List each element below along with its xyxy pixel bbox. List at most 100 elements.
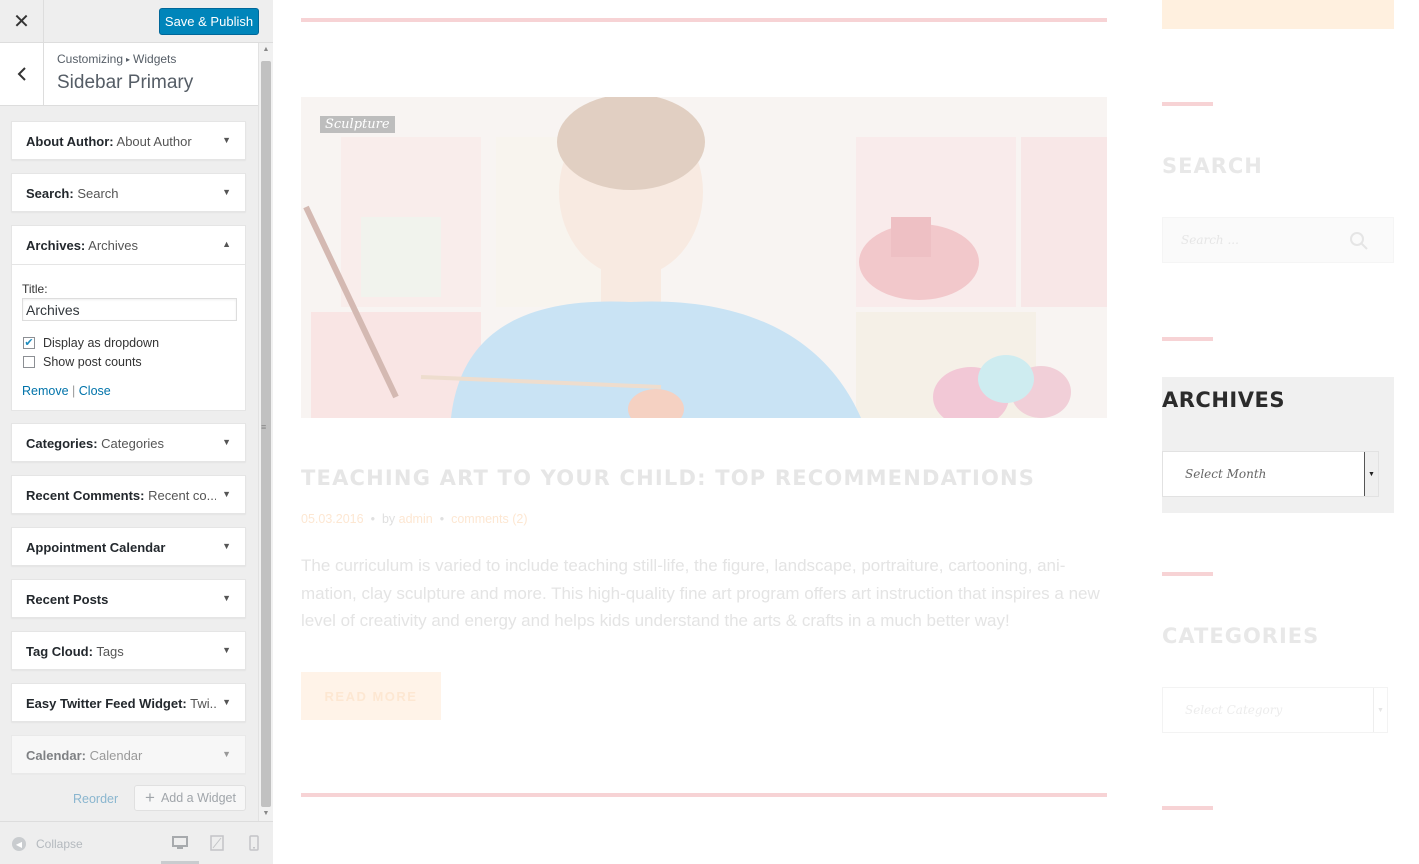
widget-about-author[interactable]: About Author: About Author ▼ — [11, 121, 246, 160]
mobile-preview-icon[interactable] — [249, 835, 259, 851]
meta-dot: • — [439, 512, 445, 526]
widget-title: Recent Comments: Recent co... — [26, 488, 216, 503]
close-link[interactable]: Close — [79, 384, 111, 398]
post-featured-image[interactable] — [301, 97, 1107, 418]
archives-heading: ARCHIVES — [1162, 388, 1285, 412]
archives-month-select[interactable]: Select Month ▼ — [1162, 451, 1379, 497]
widget-categories[interactable]: Categories: Categories ▼ — [11, 423, 246, 462]
link-separator: | — [72, 384, 76, 398]
breadcrumb-root: Customizing — [57, 52, 124, 66]
display-dropdown-checkbox[interactable]: ✔ — [23, 337, 35, 349]
widget-title: Search: Search — [26, 186, 119, 201]
heading-accent — [1162, 806, 1213, 810]
post-date[interactable]: 05.03.2016 — [301, 512, 364, 526]
widget-title: Calendar: Calendar — [26, 748, 143, 763]
widget-search[interactable]: Search: Search ▼ — [11, 173, 246, 212]
remove-link[interactable]: Remove — [22, 384, 69, 398]
widget-title: Tag Cloud: Tags — [26, 644, 124, 659]
widget-title: Appointment Calendar — [26, 540, 166, 555]
categories-select[interactable]: Select Category ▼ — [1162, 687, 1388, 733]
display-dropdown-label[interactable]: Display as dropdown — [43, 336, 159, 350]
title-label: Title: — [22, 282, 48, 296]
sidebar-top-block — [1162, 0, 1394, 29]
expand-arrow-icon[interactable]: ▼ — [222, 187, 231, 197]
display-dropdown-row[interactable]: ✔ Display as dropdown — [23, 336, 159, 350]
panel-scrollbar[interactable]: ▲ ≡ ▼ — [258, 43, 273, 821]
collapse-arrow-icon: ◀ — [12, 837, 26, 851]
tablet-preview-icon[interactable] — [210, 835, 224, 851]
close-icon: ✕ — [13, 11, 30, 33]
breadcrumb-child: Widgets — [133, 52, 177, 66]
post-comments[interactable]: comments (2) — [451, 512, 527, 526]
widget-recent-comments[interactable]: Recent Comments: Recent co... ▼ — [11, 475, 246, 514]
expand-arrow-icon[interactable]: ▼ — [222, 697, 231, 707]
widget-tag-cloud[interactable]: Tag Cloud: Tags ▼ — [11, 631, 246, 670]
breadcrumb-separator-icon: ▸ — [126, 55, 131, 65]
child-painting-photo — [301, 97, 1107, 418]
title-field[interactable] — [22, 298, 237, 321]
expand-arrow-icon[interactable]: ▼ — [222, 749, 231, 759]
heading-accent — [1162, 337, 1213, 341]
post-author[interactable]: admin — [399, 512, 433, 526]
back-button[interactable] — [0, 43, 44, 105]
search-icon[interactable] — [1349, 231, 1369, 251]
sidebar-search-input[interactable]: Search ... — [1162, 217, 1394, 263]
breadcrumb: Customizing ▸ Widgets — [57, 52, 176, 66]
dropdown-arrow-icon[interactable]: ▼ — [1364, 452, 1378, 496]
read-more-button[interactable]: READ MORE — [301, 672, 441, 720]
widget-recent-posts[interactable]: Recent Posts ▼ — [11, 579, 246, 618]
scrollbar-thumb[interactable] — [261, 61, 271, 807]
reorder-link[interactable]: Reorder — [73, 792, 118, 806]
widget-archives-header[interactable]: Archives: Archives ▲ — [12, 226, 245, 265]
customizer-footer: ◀ Collapse — [0, 821, 273, 864]
add-widget-button[interactable]: + Add a Widget — [134, 785, 246, 811]
heading-accent — [1162, 572, 1213, 576]
section-title: Sidebar Primary — [57, 72, 194, 93]
widget-title: Recent Posts — [26, 592, 109, 607]
expand-arrow-icon[interactable]: ▼ — [222, 489, 231, 499]
expand-arrow-icon[interactable]: ▼ — [222, 541, 231, 551]
close-customizer-button[interactable]: ✕ — [0, 0, 44, 43]
widget-control-links: Remove | Close — [22, 384, 111, 398]
search-placeholder: Search ... — [1181, 233, 1239, 247]
post-divider-top — [301, 18, 1107, 22]
widget-title: Categories: Categories — [26, 436, 165, 451]
collapse-button[interactable]: ◀ Collapse — [12, 837, 83, 851]
expand-arrow-icon[interactable]: ▼ — [222, 645, 231, 655]
widget-calendar[interactable]: Calendar: Calendar ▼ — [11, 735, 246, 774]
widget-archives-expanded: Archives: Archives ▲ Title: ✔ Display as… — [11, 225, 246, 411]
dropdown-arrow-icon[interactable]: ▼ — [1373, 688, 1387, 732]
category-select-value: Select Category — [1185, 703, 1283, 717]
heading-accent — [1162, 102, 1213, 106]
collapse-arrow-icon[interactable]: ▲ — [222, 239, 231, 249]
customizer-panel: ✕ Save & Publish Customizing ▸ Widgets Sid… — [0, 0, 273, 864]
category-tag[interactable]: Sculpture — [320, 116, 395, 133]
section-header: Customizing ▸ Widgets Sidebar Primary — [0, 43, 258, 106]
expand-arrow-icon[interactable]: ▼ — [222, 135, 231, 145]
post-title[interactable]: TEACHING ART TO YOUR CHILD: TOP RECOMMEN… — [301, 466, 1035, 490]
expand-arrow-icon[interactable]: ▼ — [222, 437, 231, 447]
widget-title: About Author: About Author — [26, 134, 192, 149]
month-select-value: Select Month — [1185, 467, 1267, 481]
site-preview: Sculpture TEACHING ART TO YOUR CHILD: TO… — [274, 0, 1419, 864]
show-counts-checkbox[interactable] — [23, 356, 35, 368]
post-by: by — [381, 512, 396, 526]
save-publish-button[interactable]: Save & Publish — [159, 8, 259, 35]
chevron-left-icon — [17, 67, 26, 81]
scroll-up-arrow-icon[interactable]: ▲ — [259, 43, 273, 57]
search-heading: SEARCH — [1162, 154, 1263, 178]
show-counts-row[interactable]: Show post counts — [23, 355, 142, 369]
desktop-preview-icon[interactable] — [172, 835, 188, 851]
post-excerpt: The curriculum is varied to include teac… — [301, 556, 1100, 630]
plus-icon: + — [145, 788, 155, 807]
widget-easy-twitter-feed[interactable]: Easy Twitter Feed Widget: Twi... ▼ — [11, 683, 246, 722]
post-divider-bottom — [301, 793, 1107, 797]
widget-appointment-calendar[interactable]: Appointment Calendar ▼ — [11, 527, 246, 566]
add-widget-label: Add a Widget — [160, 791, 236, 805]
scroll-down-arrow-icon[interactable]: ▼ — [259, 807, 273, 821]
widget-title: Archives: Archives — [26, 238, 139, 253]
expand-arrow-icon[interactable]: ▼ — [222, 593, 231, 603]
meta-dot: • — [370, 512, 375, 526]
collapse-label: Collapse — [36, 837, 83, 851]
show-counts-label[interactable]: Show post counts — [43, 355, 142, 369]
